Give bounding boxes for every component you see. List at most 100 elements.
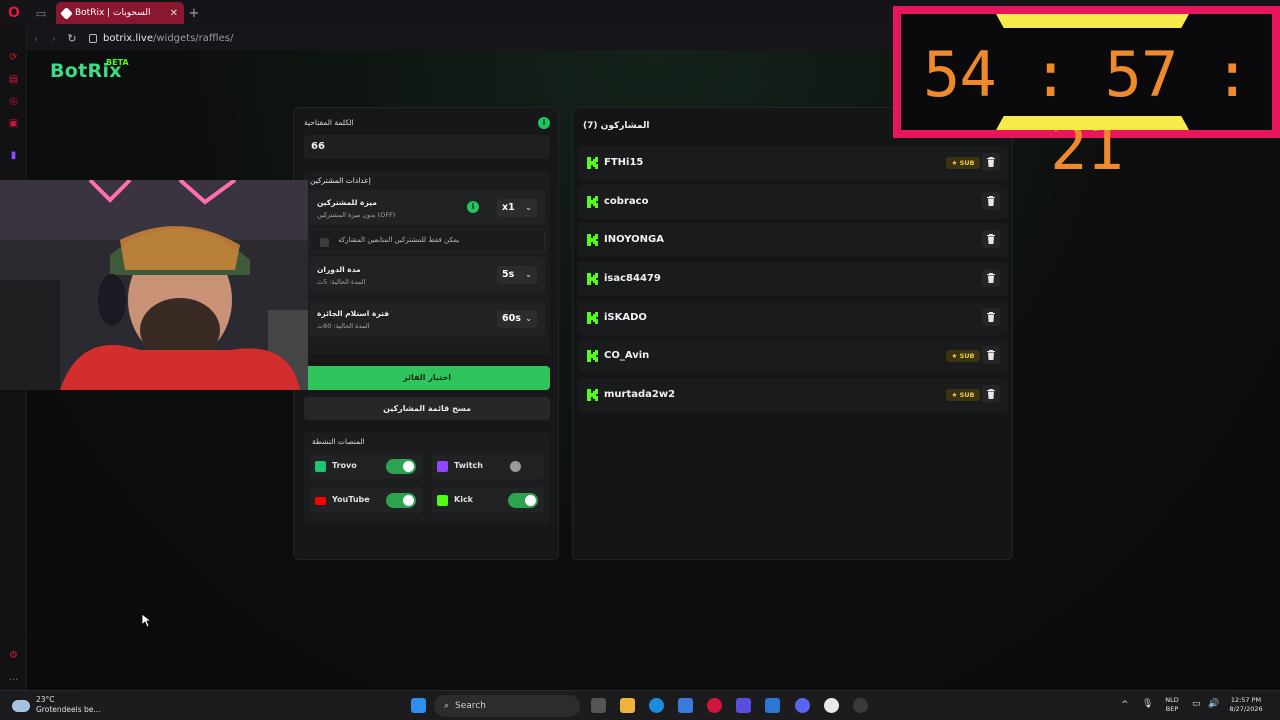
participant-row: murtada2w2 ★ SUB: [578, 378, 1008, 413]
opera-gx-icon[interactable]: [707, 698, 722, 713]
url-path: /widgets/raffles/: [153, 32, 234, 44]
countdown-timer-overlay: 54 : 57 : 21: [893, 6, 1280, 184]
participant-name: isac84479: [604, 273, 661, 285]
new-tab-icon[interactable]: +: [184, 6, 204, 21]
delete-participant-button[interactable]: [982, 269, 1000, 288]
participant-name: cobraco: [604, 195, 649, 207]
app-icon[interactable]: [765, 698, 780, 713]
kick-icon: [587, 195, 598, 208]
sub-badge: ★ SUB: [946, 350, 980, 363]
delete-participant-button[interactable]: [982, 230, 1000, 249]
more-icon[interactable]: …: [8, 672, 19, 683]
windows-taskbar: 23°C Grotendeels be... ⌕ Search ^ 🎙 NLD …: [0, 690, 1280, 720]
media-player-icon[interactable]: [736, 698, 751, 713]
spin-duration-select[interactable]: 5s ⌄: [497, 266, 537, 284]
kick-toggle[interactable]: [508, 493, 538, 508]
subscriber-bonus-sub: بدون ميزة المشتركين (OFF): [317, 211, 396, 219]
participant-row: isac84479: [578, 262, 1008, 297]
delete-participant-button[interactable]: [982, 346, 1000, 365]
youtube-icon: [315, 497, 326, 505]
volume-icon[interactable]: 🔊: [1208, 699, 1219, 709]
kick-icon: [587, 350, 598, 363]
followers-only-checkbox[interactable]: [320, 238, 329, 247]
settings-app-icon[interactable]: [853, 698, 868, 713]
kick-icon: [587, 273, 598, 286]
bag-icon[interactable]: ▤: [8, 74, 19, 85]
youtube-toggle[interactable]: [386, 493, 416, 508]
participant-name: INOYONGA: [604, 234, 664, 246]
trash-icon: [987, 234, 995, 245]
reload-icon[interactable]: ↻: [63, 32, 81, 45]
clear-participants-button[interactable]: مسح قائمة المشاركين: [304, 397, 550, 420]
participant-row: CO_Avin ★ SUB: [578, 339, 1008, 374]
language-indicator[interactable]: NLD BEP: [1160, 696, 1184, 714]
trash-icon: [987, 389, 995, 400]
cloud-icon: [12, 700, 30, 712]
opera-logo-icon[interactable]: O: [0, 0, 28, 26]
participant-settings: إعدادات المشتركين ميزة للمشتركين بدون مي…: [304, 171, 550, 354]
store-icon[interactable]: [678, 698, 693, 713]
countdown-value: 54 : 57 : 21: [923, 38, 1251, 184]
pick-winner-button[interactable]: اختيار الفائز: [304, 366, 550, 390]
trovo-toggle[interactable]: [386, 459, 416, 474]
active-platforms: المنصات النشطة Trovo Twitch YouTube Kick: [304, 432, 550, 524]
chrome-icon[interactable]: [824, 698, 839, 713]
active-platforms-title: المنصات النشطة: [312, 437, 365, 446]
weather-widget[interactable]: 23°C Grotendeels be...: [12, 695, 101, 715]
close-tab-icon[interactable]: ✕: [170, 8, 178, 19]
edge-icon[interactable]: [649, 698, 664, 713]
participant-row: cobraco: [578, 184, 1008, 219]
taskbar-search[interactable]: ⌕ Search: [434, 695, 580, 717]
temperature: 23°C: [36, 695, 55, 704]
twitch-sidebar-icon[interactable]: ▮: [8, 150, 19, 161]
participant-row: INOYONGA: [578, 223, 1008, 258]
keyword-input[interactable]: 66: [304, 135, 550, 159]
clock[interactable]: 12:57 PM 8/27/2026: [1226, 696, 1266, 714]
subscriber-bonus-info-icon[interactable]: i: [467, 201, 479, 213]
platform-kick: Kick: [432, 487, 544, 513]
tab-title: BotRix | السحوبات: [75, 8, 151, 18]
discord-icon[interactable]: [795, 698, 810, 713]
claim-period-select[interactable]: 60s ⌄: [497, 310, 537, 328]
claim-period-row: فترة استلام الجائزة المدة الحالية: 60ث 6…: [309, 301, 545, 337]
sidebar-settings-icon[interactable]: ⚙: [8, 650, 19, 661]
keyword-info-icon[interactable]: i: [538, 117, 550, 129]
claim-period-title: فترة استلام الجائزة: [317, 309, 390, 318]
network-icon[interactable]: ▭: [1192, 699, 1201, 709]
twitch-toggle[interactable]: [508, 459, 538, 474]
windows-start-icon[interactable]: [411, 698, 426, 713]
spin-duration-row: مدة الدوران المدة الحالية: 5ث 5s ⌄: [309, 257, 545, 293]
history-icon[interactable]: ⟳: [8, 52, 19, 63]
mail-icon[interactable]: ▣: [8, 118, 19, 129]
trash-icon: [987, 350, 995, 361]
microphone-icon[interactable]: 🎙: [1142, 699, 1153, 709]
platform-name: Kick: [454, 495, 474, 504]
subscriber-bonus-row: ميزة للمشتركين بدون ميزة المشتركين (OFF)…: [309, 190, 545, 225]
tray-chevron-icon[interactable]: ^: [1121, 700, 1129, 710]
kick-icon: [587, 157, 598, 169]
forward-icon[interactable]: ›: [45, 32, 63, 45]
kick-icon: [587, 389, 598, 402]
messenger-icon[interactable]: ◎: [8, 96, 19, 107]
delete-participant-button[interactable]: [982, 385, 1000, 404]
platform-youtube: YouTube: [310, 487, 422, 513]
subscriber-bonus-select[interactable]: x1 ⌄: [497, 199, 537, 217]
browser-tab[interactable]: BotRix | السحوبات ✕: [56, 2, 184, 24]
platform-name: Twitch: [454, 461, 483, 470]
kick-icon: [437, 495, 448, 506]
task-view-icon[interactable]: [591, 698, 606, 713]
followers-only-label: يمكن فقط للمشتركين المتابعين المشاركة: [338, 236, 460, 244]
streamer-webcam-image: [0, 180, 308, 390]
back-icon[interactable]: ‹: [27, 32, 45, 45]
delete-participant-button[interactable]: [982, 307, 1000, 326]
delete-participant-button[interactable]: [982, 191, 1000, 210]
lock-icon: [89, 33, 97, 43]
claim-period-sub: المدة الحالية: 60ث: [317, 322, 370, 330]
webcam-overlay: [0, 180, 308, 390]
followers-only-row: يمكن فقط للمشتركين المتابعين المشاركة: [309, 229, 545, 253]
timer-bottom-bar: [996, 116, 1189, 130]
url-field[interactable]: botrix.live/widgets/raffles/: [89, 33, 233, 44]
file-explorer-icon[interactable]: [620, 698, 635, 713]
participant-name: iSKADO: [604, 311, 647, 323]
workspaces-icon[interactable]: ▭: [28, 0, 54, 26]
